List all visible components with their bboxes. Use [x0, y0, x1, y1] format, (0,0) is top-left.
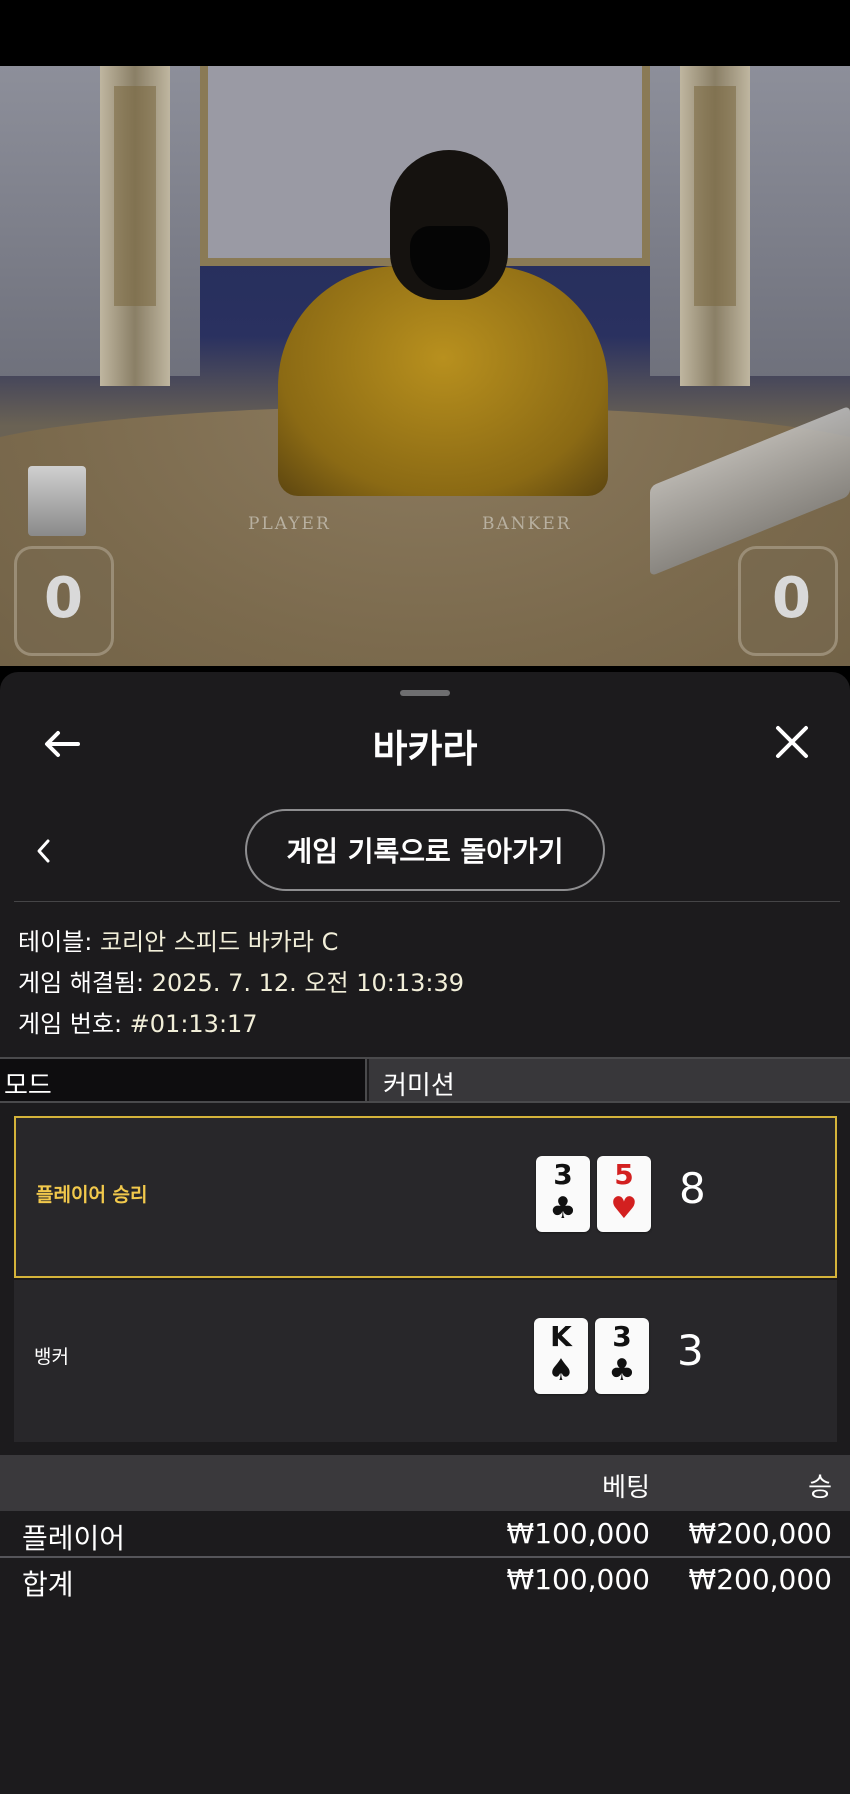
sheet-grabber[interactable] — [400, 690, 450, 696]
close-icon[interactable] — [768, 718, 816, 766]
bet-column-header: 베팅 — [602, 1473, 650, 1503]
table-row: 플레이어 ₩100,000 ₩200,000 — [0, 1511, 850, 1557]
pillar-left — [100, 66, 170, 386]
banker-card-2: 3 ♣ — [595, 1318, 649, 1394]
divider — [14, 901, 840, 902]
player-card-2: 5 ♥ — [597, 1156, 651, 1232]
total-label: 합계 — [22, 1568, 74, 1601]
total-bet: ₩100,000 — [506, 1563, 650, 1596]
bet-amount: ₩100,000 — [506, 1517, 650, 1550]
live-video: PLAYER BANKER 0 0 — [0, 66, 850, 666]
back-to-history-button[interactable]: 게임 기록으로 돌아가기 — [245, 809, 605, 891]
score-right: 0 — [772, 566, 811, 631]
banker-total: 3 — [677, 1326, 704, 1375]
clubs-icon: ♣ — [608, 1353, 636, 1388]
mode-row: 모드 커미션 — [0, 1057, 850, 1103]
card-rank: 3 — [553, 1158, 573, 1191]
dealer-mask — [410, 226, 490, 290]
card-rank: 3 — [612, 1320, 632, 1353]
bets-table-header: 베팅 승 — [0, 1455, 850, 1511]
table-label-banker: BANKER — [482, 514, 572, 534]
info-resolved: 게임 해결됨: 2025. 7. 12. 오전 10:13:39 — [18, 963, 464, 998]
chevron-left-icon[interactable] — [32, 834, 56, 868]
result-banker-label: 뱅커 — [34, 1346, 69, 1368]
spades-icon: ♠ — [547, 1353, 575, 1388]
total-win: ₩200,000 — [688, 1563, 832, 1596]
card-rank: 5 — [614, 1158, 634, 1191]
win-column-header: 승 — [808, 1473, 832, 1503]
result-player: 플레이어 승리 3 ♣ 5 ♥ 8 — [14, 1116, 837, 1278]
result-player-label: 플레이어 승리 — [36, 1184, 148, 1206]
info-resolved-value: 2025. 7. 12. 오전 10:13:39 — [151, 969, 464, 997]
table-label-player: PLAYER — [248, 514, 331, 534]
card-stack — [28, 466, 86, 536]
info-game-number: 게임 번호: #01:13:17 — [18, 1004, 258, 1039]
info-table-value: 코리안 스피드 바카라 C — [99, 928, 339, 956]
pillar-right — [680, 66, 750, 386]
info-table: 테이블: 코리안 스피드 바카라 C — [18, 922, 338, 957]
score-left: 0 — [44, 566, 83, 631]
card-rank: K — [550, 1320, 572, 1353]
dealer — [278, 266, 608, 496]
bet-name: 플레이어 — [22, 1522, 126, 1555]
info-resolved-key: 게임 해결됨: — [18, 969, 152, 997]
result-banker: 뱅커 K ♠ 3 ♣ 3 — [14, 1280, 837, 1442]
info-number-key: 게임 번호: — [18, 1010, 130, 1038]
total-row: 합계 ₩100,000 ₩200,000 — [0, 1557, 850, 1603]
player-card-1: 3 ♣ — [536, 1156, 590, 1232]
mode-value: 커미션 — [369, 1059, 850, 1101]
banker-card-1: K ♠ — [534, 1318, 588, 1394]
status-bar — [0, 0, 850, 66]
mode-label: 모드 — [0, 1059, 367, 1101]
game-detail-sheet: 바카라 게임 기록으로 돌아가기 테이블: 코리안 스피드 바카라 C 게임 해… — [0, 672, 850, 1794]
win-amount: ₩200,000 — [688, 1517, 832, 1550]
info-table-key: 테이블: — [18, 928, 100, 956]
player-total: 8 — [679, 1164, 706, 1213]
clubs-icon: ♣ — [549, 1191, 577, 1226]
page-title: 바카라 — [372, 727, 478, 771]
hearts-icon: ♥ — [610, 1191, 638, 1226]
info-number-value: #01:13:17 — [129, 1010, 258, 1038]
